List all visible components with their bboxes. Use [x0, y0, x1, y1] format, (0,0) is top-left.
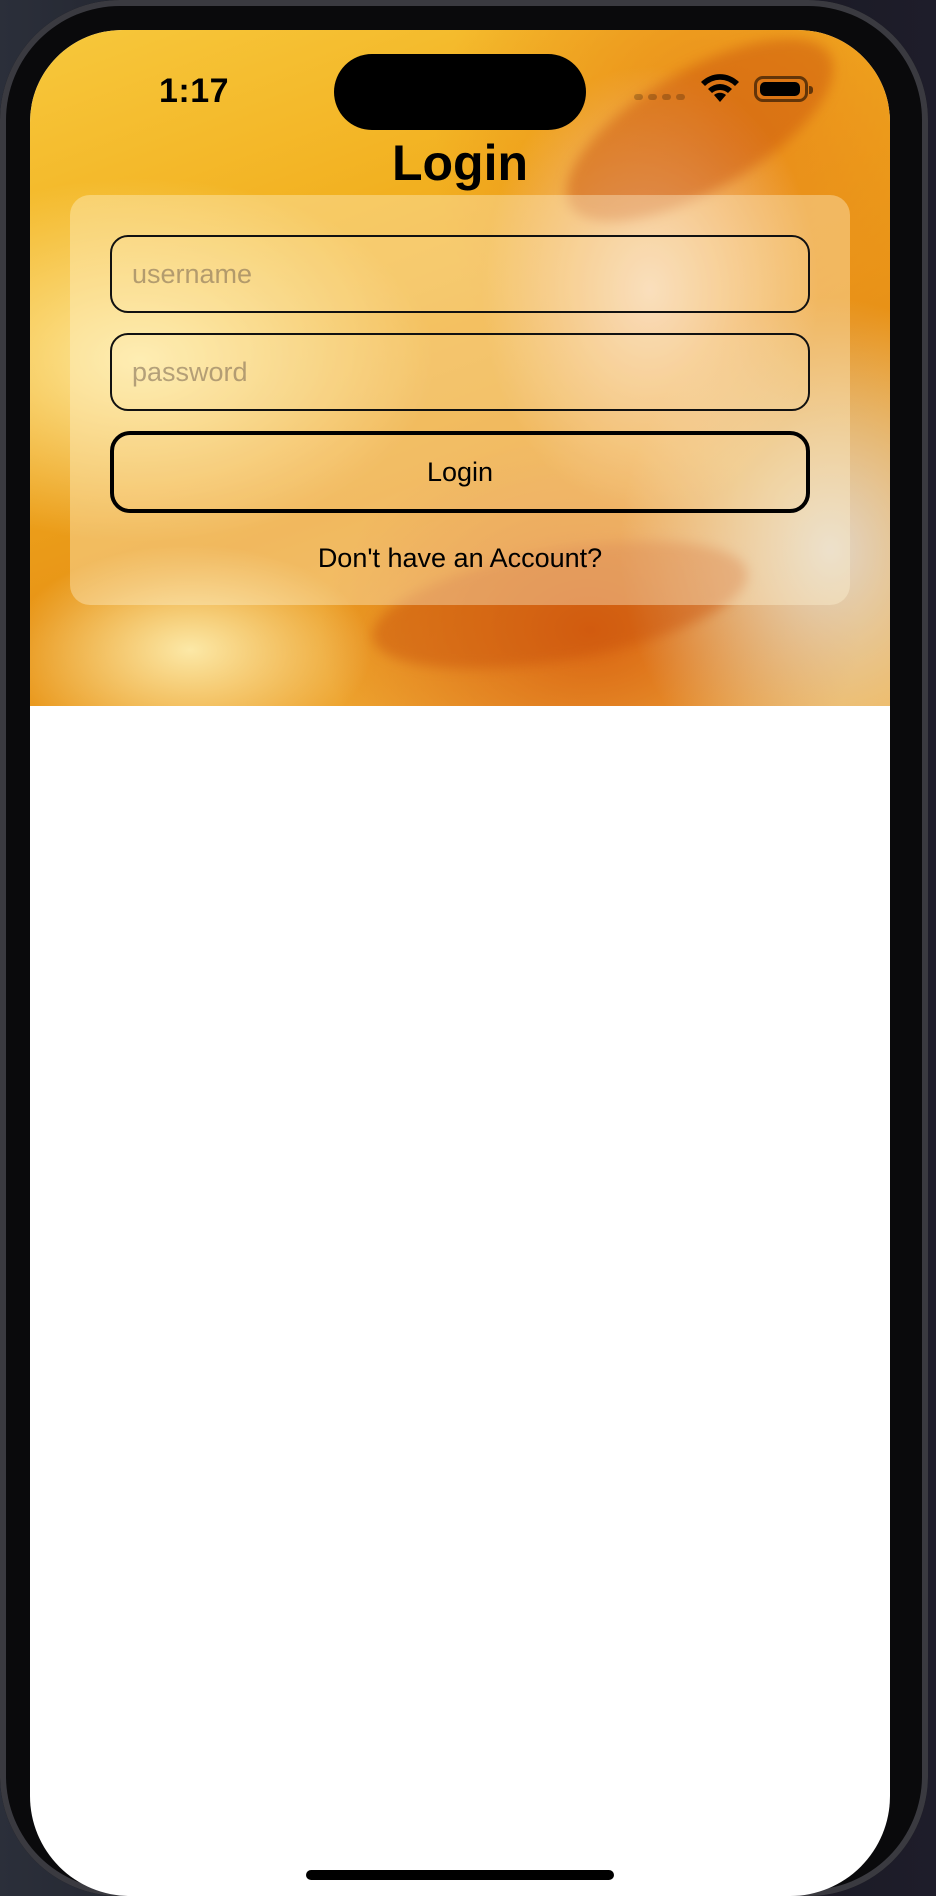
wifi-icon: [701, 74, 739, 102]
battery-level: [760, 82, 800, 96]
status-time: 1:17: [159, 72, 230, 110]
phone-frame: 1:17 Login Login Don't have an Account?: [0, 0, 928, 1896]
password-field[interactable]: [110, 333, 810, 411]
dynamic-island: [334, 54, 586, 130]
battery-icon: [754, 76, 813, 102]
login-card: Login Don't have an Account?: [70, 195, 850, 605]
phone-screen: 1:17 Login Login Don't have an Account?: [30, 30, 890, 1896]
password-input[interactable]: [112, 356, 808, 388]
username-field[interactable]: [110, 235, 810, 313]
home-indicator[interactable]: [306, 1870, 614, 1880]
login-button[interactable]: Login: [110, 431, 810, 513]
signup-link[interactable]: Don't have an Account?: [70, 543, 850, 574]
username-input[interactable]: [112, 258, 808, 290]
page-title: Login: [391, 135, 529, 191]
cellular-signal-icon: [634, 94, 685, 100]
